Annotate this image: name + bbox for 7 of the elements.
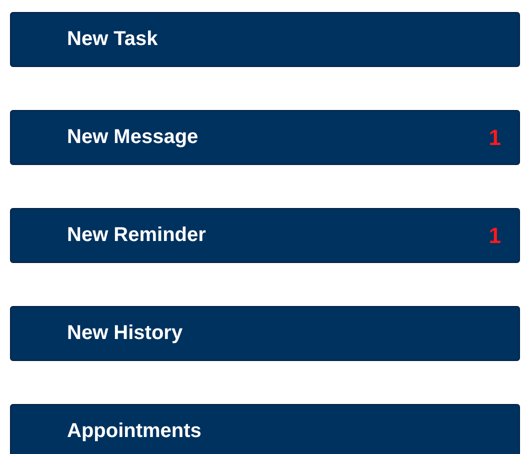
- unread-count: 1: [488, 124, 501, 150]
- menu-item[interactable]: New Task: [10, 12, 520, 67]
- unread-count: 1: [488, 222, 501, 248]
- menu-item[interactable]: New Message 1: [10, 110, 520, 165]
- menu-item[interactable]: New History: [10, 306, 520, 361]
- menu-item[interactable]: New Reminder 1: [10, 208, 520, 263]
- menu-item[interactable]: Appointments: [10, 404, 520, 454]
